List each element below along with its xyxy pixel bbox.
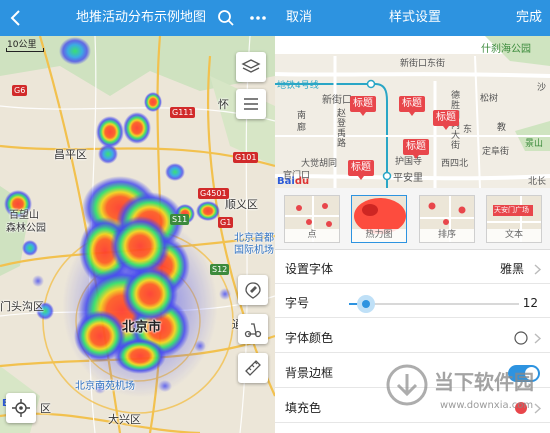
color-swatch-icon	[514, 331, 528, 345]
layers-icon	[241, 59, 261, 73]
font-size-slider-track[interactable]	[349, 295, 519, 313]
place-dingfu: 定阜街	[482, 147, 510, 157]
map-marker[interactable]: 标题	[399, 96, 425, 116]
chevron-right-icon	[534, 264, 542, 275]
app-root: 地推活动分布示例地图 10公里 怀 昌平区 顺义区 北京市 门头沟区 北京首都 …	[0, 0, 550, 433]
place-xinjiekou: 新街口	[322, 95, 352, 106]
border-toggle-row: 背景边框	[275, 359, 550, 388]
cancel-button[interactable]: 取消	[286, 0, 312, 36]
style-option-point[interactable]: 点	[284, 195, 340, 243]
highway-shield: G101	[233, 152, 259, 163]
highway-shield: G6	[12, 85, 28, 96]
list-icon	[244, 98, 258, 110]
fill-color-swatch-icon	[515, 402, 527, 414]
highway-shield: G111	[170, 107, 196, 118]
place-jiaoyu: 教	[497, 123, 507, 133]
place-capital-airport-2: 国际机场	[234, 245, 274, 256]
map-marker[interactable]: 标题	[348, 160, 374, 180]
text-style-badge: 天安门广场	[494, 206, 529, 214]
draw-button[interactable]	[238, 275, 268, 305]
ruler-button[interactable]	[238, 353, 268, 383]
border-toggle-label: 背景边框	[285, 366, 334, 380]
place-shunyi: 顺义区	[225, 198, 258, 211]
left-header-bar: 地推活动分布示例地图	[0, 0, 275, 36]
style-settings-panel: 取消 样式设置 完成 地铁4号线 新街口 新街口东街 什刹海公园 平安里 大觉胡…	[275, 0, 550, 433]
locate-button[interactable]	[6, 393, 36, 423]
style-option-label: 点	[285, 229, 339, 242]
map-title: 地推活动分布示例地图	[76, 10, 207, 25]
fill-color-row[interactable]: 填充色	[275, 394, 550, 423]
border-toggle-switch[interactable]	[508, 365, 540, 382]
style-option-rank[interactable]: 排序	[419, 195, 475, 243]
place-beijing: 北京市	[122, 320, 162, 335]
font-size-value: 12	[522, 296, 538, 310]
highway-shield: G1	[218, 217, 234, 228]
place-fengtai-fragment: 区	[40, 402, 51, 415]
baidu-logo: Baidu	[277, 176, 310, 187]
more-dots-icon[interactable]	[248, 8, 268, 28]
settings-title: 样式设置	[389, 10, 442, 25]
font-setting-value: 雅黑	[499, 262, 524, 276]
font-size-row: 字号 12	[275, 289, 550, 318]
style-option-text[interactable]: 天安门广场 文本	[486, 195, 542, 243]
font-setting-row[interactable]: 设置字体 雅黑	[275, 255, 550, 284]
map-marker[interactable]: 标题	[350, 96, 376, 116]
style-option-label: 文本	[487, 229, 541, 242]
font-color-label: 字体颜色	[285, 331, 334, 345]
layers-button[interactable]	[236, 52, 266, 82]
highway-shield: S12	[210, 264, 230, 275]
chevron-right-icon	[534, 333, 542, 344]
slider-thumb-dot	[362, 300, 370, 308]
highway-shield: G4501	[198, 188, 229, 199]
map-marker[interactable]: 标题	[403, 139, 429, 159]
fill-color-label: 填充色	[285, 401, 322, 415]
style-option-label: 热力图	[352, 229, 406, 242]
ruler-icon	[245, 360, 261, 376]
locate-icon	[12, 399, 30, 417]
font-size-label: 字号	[285, 296, 310, 310]
place-line4: 地铁4号线	[277, 81, 319, 91]
pen-draw-icon	[245, 282, 261, 299]
place-nanmen-2: 廊	[297, 123, 307, 133]
place-songshu: 松树	[480, 94, 499, 104]
place-jiaoyu-2: 东	[463, 125, 473, 135]
style-option-label: 排序	[420, 229, 474, 242]
place-pinganli: 平安里	[393, 173, 423, 184]
toggle-knob	[525, 367, 538, 380]
right-header-bar: 取消 样式设置 完成	[275, 0, 550, 36]
font-size-slider-thumb[interactable]	[357, 295, 375, 313]
place-huairou: 怀	[218, 98, 229, 111]
place-mentougou: 门头沟区	[0, 300, 44, 313]
place-nanyuan-airport: 北京南苑机场	[75, 381, 135, 392]
place-shichahai: 什刹海公园	[481, 44, 531, 55]
place-daxing: 大兴区	[108, 413, 141, 426]
place-xisi: 西四北	[441, 159, 469, 169]
place-jingshan: 景山	[525, 139, 544, 149]
scooter-button[interactable]	[238, 314, 268, 344]
font-color-row[interactable]: 字体颜色	[275, 324, 550, 353]
chevron-right-icon	[534, 403, 542, 414]
map-marker[interactable]: 标题	[433, 110, 459, 130]
place-xinjiekou-north: 新街口东街	[400, 59, 446, 69]
place-sha: 沙	[537, 83, 547, 93]
font-setting-label: 设置字体	[285, 262, 334, 276]
place-changping: 昌平区	[54, 148, 87, 161]
place-beichang: 北长	[528, 177, 547, 187]
search-icon[interactable]	[216, 8, 236, 28]
style-selector: 点 热力图 排序 天安门广场 文本	[275, 188, 550, 250]
heatmap-panel: 地推活动分布示例地图 10公里 怀 昌平区 顺义区 北京市 门头沟区 北京首都 …	[0, 0, 275, 433]
style-preview-map[interactable]: 地铁4号线 新街口 新街口东街 什刹海公园 平安里 大觉胡同 赵登禹路 德胜门内…	[275, 36, 550, 188]
place-baiwang-2: 森林公园	[6, 223, 46, 234]
list-button[interactable]	[236, 89, 266, 119]
back-arrow-icon[interactable]	[6, 8, 26, 28]
style-option-heatmap[interactable]: 热力图	[351, 195, 407, 243]
highway-shield: S11	[170, 214, 190, 225]
place-zhaodeng: 赵登禹路	[337, 109, 347, 149]
scooter-icon	[244, 323, 262, 338]
map-scale-bar	[6, 48, 44, 52]
done-button[interactable]: 完成	[516, 0, 542, 36]
